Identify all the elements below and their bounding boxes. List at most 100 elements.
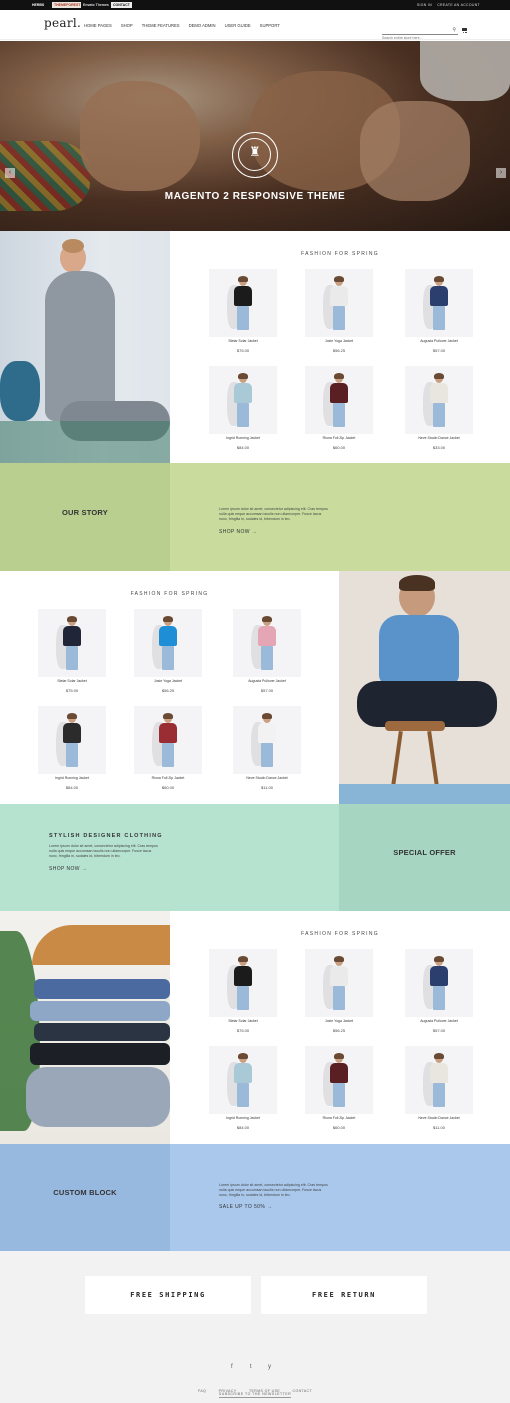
free-return-box: FREE RETURN (261, 1276, 427, 1314)
twitter-icon[interactable]: t (250, 1363, 252, 1371)
product-name[interactable]: Stelar Solar Jacket (208, 1019, 278, 1023)
product-image[interactable] (305, 949, 373, 1017)
product-price: $75.00 (65, 688, 79, 693)
product-name[interactable]: Ingrid Running Jacket (208, 1116, 278, 1120)
product-name[interactable]: Neve Studio Dance Jacket (232, 776, 302, 780)
promo-herbs[interactable]: HERBS (30, 2, 47, 8)
section-title: FASHION FOR SPRING (301, 251, 379, 257)
product-name[interactable]: Riona Full Zip Jacket (304, 436, 374, 440)
product-name[interactable]: Riona Full Zip Jacket (133, 776, 203, 780)
shop-now-link[interactable]: SHOP NOW → (219, 529, 257, 535)
our-story-text: Lorem ipsum dolor sit amet, consectetur … (219, 507, 328, 521)
product-image[interactable] (209, 269, 277, 337)
product-image[interactable] (305, 366, 373, 434)
product-name[interactable]: Ingrid Running Jacket (37, 776, 107, 780)
product-card[interactable]: Josie Yoga Jacket $56.25 (133, 609, 203, 693)
our-story-band: OUR STORY Lorem ipsum dolor sit amet, co… (0, 463, 510, 571)
promo-contact[interactable]: CONTACT (111, 2, 132, 8)
nav-theme-features[interactable]: THEME FEATURES (142, 23, 180, 28)
youtube-icon[interactable]: y (268, 1363, 271, 1371)
product-image[interactable] (405, 949, 473, 1017)
product-garment (330, 383, 348, 403)
product-garment (159, 723, 177, 743)
chair-icon: ♜ (249, 144, 261, 159)
hero-banner: ♜ MAGENTO 2 RESPONSIVE THEME ‹ › (0, 41, 510, 231)
shop-now-link[interactable]: SHOP NOW → (49, 866, 87, 872)
nav-demo-admin[interactable]: DEMO ADMIN (189, 23, 216, 28)
nav-support[interactable]: SUPPORT (260, 23, 280, 28)
product-price: $75.00 (236, 1028, 250, 1033)
nav-home-pages[interactable]: HOME PAGES (84, 23, 112, 28)
logo[interactable]: pearl. (44, 16, 81, 30)
facebook-icon[interactable]: f (231, 1363, 233, 1371)
product-card[interactable]: Ingrid Running Jacket $84.00 (37, 706, 107, 790)
product-garment (63, 626, 81, 646)
newsletter-link[interactable]: SUBSCRIBE TO THE NEWSLETTER (0, 1392, 510, 1398)
sign-in-link[interactable]: SIGN IN (417, 3, 432, 7)
product-card[interactable]: Neve Studio Dance Jacket $33.00 (404, 366, 474, 450)
product-price: $60.00 (161, 785, 175, 790)
product-image[interactable] (134, 609, 202, 677)
designer-band: STYLISH DESIGNER CLOTHING Lorem ipsum do… (0, 804, 510, 911)
product-image[interactable] (209, 1046, 277, 1114)
product-image[interactable] (305, 1046, 373, 1114)
product-name[interactable]: Josie Yoga Jacket (133, 679, 203, 683)
product-card[interactable]: Augusta Pullover Jacket $57.00 (232, 609, 302, 693)
nav-shop[interactable]: SHOP (121, 23, 133, 28)
our-story-title: OUR STORY (62, 508, 108, 517)
product-name[interactable]: Riona Full Zip Jacket (304, 1116, 374, 1120)
product-card[interactable]: Augusta Pullover Jacket $57.00 (404, 949, 474, 1033)
product-card[interactable]: Ingrid Running Jacket $84.00 (208, 1046, 278, 1130)
product-name[interactable]: Ingrid Running Jacket (208, 436, 278, 440)
product-name[interactable]: Augusta Pullover Jacket (404, 339, 474, 343)
product-price: $57.00 (260, 688, 274, 693)
product-card[interactable]: Augusta Pullover Jacket $57.00 (404, 269, 474, 353)
product-image[interactable] (38, 609, 106, 677)
product-garment (234, 286, 252, 306)
product-garment (430, 1063, 448, 1083)
product-name[interactable]: Stelar Solar Jacket (208, 339, 278, 343)
search-icon[interactable]: ⚲ (452, 27, 456, 33)
promo-envato[interactable]: Envato Themes (81, 2, 111, 8)
product-name[interactable]: Neve Studio Dance Jacket (404, 1116, 474, 1120)
product-image[interactable] (233, 609, 301, 677)
product-card[interactable]: Neve Studio Dance Jacket $11.00 (404, 1046, 474, 1130)
hero-prev-arrow[interactable]: ‹ (5, 168, 15, 178)
nav-user-guide[interactable]: USER GUIDE (225, 23, 251, 28)
product-price: $11.00 (433, 1125, 445, 1130)
product-image[interactable] (305, 269, 373, 337)
product-image[interactable] (405, 366, 473, 434)
special-offer-title[interactable]: SPECIAL OFFER (339, 848, 510, 857)
product-card[interactable]: Josie Yoga Jacket $56.25 (304, 269, 374, 353)
product-card[interactable]: Ingrid Running Jacket $84.00 (208, 366, 278, 450)
product-image[interactable] (209, 949, 277, 1017)
product-name[interactable]: Augusta Pullover Jacket (404, 1019, 474, 1023)
sale-link[interactable]: SALE UP TO 50% → (219, 1204, 272, 1210)
product-card[interactable]: Riona Full Zip Jacket $60.00 (304, 1046, 374, 1130)
product-card[interactable]: Josie Yoga Jacket $56.25 (304, 949, 374, 1033)
product-card[interactable]: Neve Studio Dance Jacket $11.00 (232, 706, 302, 790)
hero-next-arrow[interactable]: › (496, 168, 506, 178)
product-name[interactable]: Josie Yoga Jacket (304, 339, 374, 343)
product-image[interactable] (38, 706, 106, 774)
custom-block-text: Lorem ipsum dolor sit amet, consectetur … (219, 1183, 328, 1197)
product-image[interactable] (233, 706, 301, 774)
product-image[interactable] (405, 269, 473, 337)
product-price: $60.00 (332, 445, 346, 450)
product-name[interactable]: Augusta Pullover Jacket (232, 679, 302, 683)
product-image[interactable] (405, 1046, 473, 1114)
product-card[interactable]: Riona Full Zip Jacket $60.00 (133, 706, 203, 790)
product-image[interactable] (209, 366, 277, 434)
product-card[interactable]: Stelar Solar Jacket $75.00 (208, 949, 278, 1033)
create-account-link[interactable]: CREATE AN ACCOUNT (437, 3, 480, 7)
product-name[interactable]: Stelar Solar Jacket (37, 679, 107, 683)
product-name[interactable]: Josie Yoga Jacket (304, 1019, 374, 1023)
product-image[interactable] (134, 706, 202, 774)
product-card[interactable]: Stelar Solar Jacket $75.00 (37, 609, 107, 693)
cart-icon[interactable] (462, 28, 467, 33)
product-card[interactable]: Riona Full Zip Jacket $60.00 (304, 366, 374, 450)
newsletter-label[interactable]: SUBSCRIBE TO THE NEWSLETTER (218, 1392, 292, 1398)
product-name[interactable]: Neve Studio Dance Jacket (404, 436, 474, 440)
promo-themeforest[interactable]: THEMEFOREST (52, 2, 83, 8)
product-card[interactable]: Stelar Solar Jacket $75.00 (208, 269, 278, 353)
